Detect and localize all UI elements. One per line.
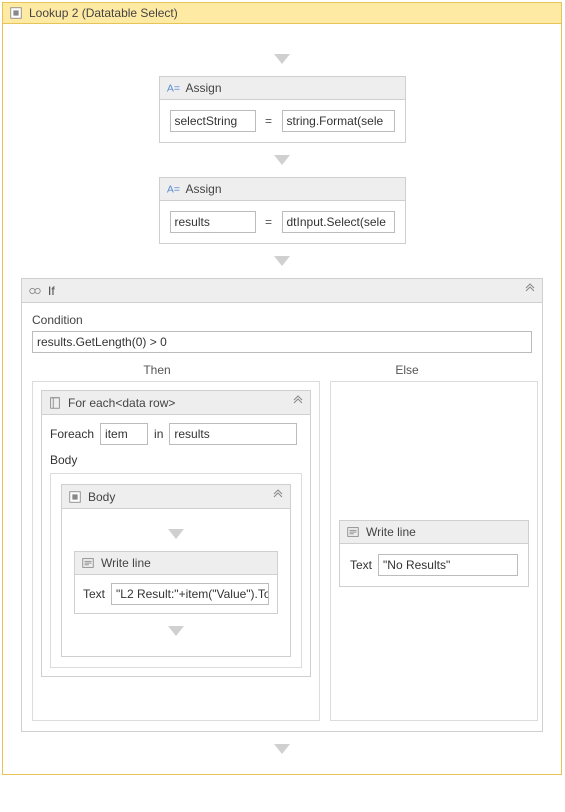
assign-icon: A=B	[166, 182, 180, 196]
drop-chevron-icon	[274, 256, 290, 266]
assign1-title: Assign	[186, 81, 222, 95]
lookup-sequence-body: A=B Assign selectString = string.Format(…	[3, 24, 561, 774]
drop-zone[interactable]	[21, 256, 543, 266]
writeline-icon	[346, 525, 360, 539]
equals-label: =	[262, 215, 276, 229]
lookup-sequence-header[interactable]: Lookup 2 (Datatable Select)	[3, 3, 561, 24]
foreach-collection-input[interactable]: results	[169, 423, 297, 445]
assign-activity-1[interactable]: A=B Assign selectString = string.Format(…	[159, 76, 406, 143]
foreach-item-input[interactable]: item	[100, 423, 148, 445]
assign-activity-2[interactable]: A=B Assign results = dtInput.Select(sele	[159, 177, 406, 244]
drop-zone[interactable]	[21, 155, 543, 165]
foreach-body: Foreach item in results Body	[42, 415, 310, 676]
assign2-header[interactable]: A=B Assign	[160, 178, 405, 201]
drop-chevron-icon	[168, 626, 184, 636]
drop-zone[interactable]	[21, 54, 543, 64]
foreach-activity[interactable]: For each<data row> Foreach item in	[41, 390, 311, 677]
svg-text:A=B: A=B	[166, 83, 179, 95]
drop-chevron-icon	[168, 529, 184, 539]
foreach-header[interactable]: For each<data row>	[42, 391, 310, 415]
then-branch[interactable]: For each<data row> Foreach item in	[32, 381, 320, 721]
sequence-icon	[9, 6, 23, 20]
write-else-header[interactable]: Write line	[340, 521, 528, 544]
sequence-icon	[68, 490, 82, 504]
assign2-to-input[interactable]: results	[170, 211, 256, 233]
else-branch[interactable]: Write line Text "No Results"	[330, 381, 538, 721]
condition-input[interactable]: results.GetLength(0) > 0	[32, 331, 532, 353]
write-else-input[interactable]: "No Results"	[378, 554, 518, 576]
body-sequence-body: Write line Text "L2 Result:"+item("Value…	[62, 509, 290, 656]
if-body: Condition results.GetLength(0) > 0 Then …	[22, 303, 542, 731]
write-then-title: Write line	[101, 556, 151, 570]
drop-zone[interactable]	[70, 529, 282, 539]
in-label: in	[154, 427, 163, 441]
write-then-input[interactable]: "L2 Result:"+item("Value").To	[111, 583, 269, 605]
assign-icon: A=B	[166, 81, 180, 95]
write-line-then[interactable]: Write line Text "L2 Result:"+item("Value…	[74, 551, 278, 614]
assign2-title: Assign	[186, 182, 222, 196]
write-else-title: Write line	[366, 525, 416, 539]
if-icon	[28, 284, 42, 298]
drop-chevron-icon	[274, 155, 290, 165]
svg-text:A=B: A=B	[166, 184, 179, 196]
write-then-header[interactable]: Write line	[75, 552, 277, 575]
foreach-title: For each<data row>	[68, 396, 175, 410]
if-title: If	[48, 284, 55, 298]
body-sequence[interactable]: Body	[61, 484, 291, 657]
foreach-row: Foreach item in results	[50, 423, 302, 445]
write-then-body: Text "L2 Result:"+item("Value").To	[75, 575, 277, 613]
drop-chevron-icon	[274, 54, 290, 64]
collapse-icon[interactable]	[524, 283, 536, 298]
collapse-icon[interactable]	[292, 395, 304, 410]
collapse-icon[interactable]	[272, 489, 284, 504]
equals-label: =	[262, 114, 276, 128]
write-else-body: Text "No Results"	[340, 544, 528, 586]
if-activity[interactable]: If Condition results.GetLength(0) > 0 Th…	[21, 278, 543, 732]
drop-chevron-icon	[274, 744, 290, 754]
foreach-label: Foreach	[50, 427, 94, 441]
body-header[interactable]: Body	[62, 485, 290, 509]
assign1-header[interactable]: A=B Assign	[160, 77, 405, 100]
lookup-title: Lookup 2 (Datatable Select)	[29, 6, 178, 20]
lookup-sequence: Lookup 2 (Datatable Select) A=B Assign s…	[2, 2, 562, 775]
then-label: Then	[32, 363, 282, 381]
body-label: Body	[50, 453, 302, 467]
branch-headers: Then Else	[32, 363, 532, 381]
assign2-value-input[interactable]: dtInput.Select(sele	[282, 211, 395, 233]
foreach-body-container: Body	[50, 473, 302, 668]
drop-zone[interactable]	[21, 744, 543, 754]
assign1-body: selectString = string.Format(sele	[160, 100, 405, 142]
else-label: Else	[282, 363, 532, 381]
text-label: Text	[350, 558, 372, 572]
write-line-else[interactable]: Write line Text "No Results"	[339, 520, 529, 587]
assign1-value-input[interactable]: string.Format(sele	[282, 110, 395, 132]
if-header[interactable]: If	[22, 279, 542, 303]
branches: For each<data row> Foreach item in	[32, 381, 532, 721]
assign2-body: results = dtInput.Select(sele	[160, 201, 405, 243]
writeline-icon	[81, 556, 95, 570]
assign1-to-input[interactable]: selectString	[170, 110, 256, 132]
foreach-icon	[48, 396, 62, 410]
text-label: Text	[83, 587, 105, 601]
condition-label: Condition	[32, 313, 532, 327]
drop-zone[interactable]	[70, 626, 282, 636]
body-title: Body	[88, 490, 115, 504]
